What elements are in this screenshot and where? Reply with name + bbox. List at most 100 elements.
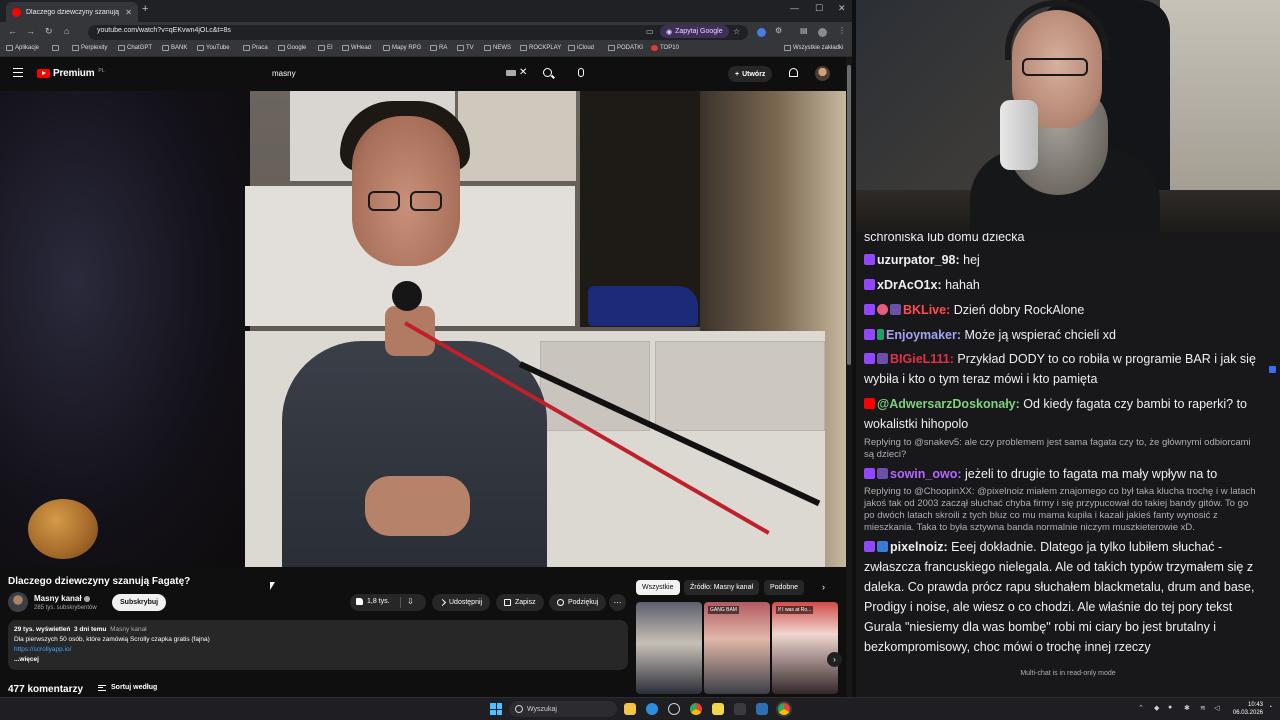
hamburger-menu-icon[interactable] bbox=[13, 68, 23, 77]
taskbar-clock[interactable]: 10:43 06.03.2026 bbox=[1227, 701, 1263, 717]
tray-app-icon[interactable]: ● bbox=[1168, 704, 1172, 711]
back-arrow-icon[interactable]: ← bbox=[8, 26, 17, 36]
page-scrollbar[interactable] bbox=[846, 57, 852, 697]
microphone-icon[interactable] bbox=[578, 68, 584, 77]
cast-icon[interactable]: ▭ bbox=[646, 27, 654, 36]
thanks-button[interactable]: Podziękuj bbox=[549, 594, 607, 611]
chip-similar[interactable]: Podobne bbox=[764, 580, 805, 595]
keyboard-icon[interactable] bbox=[506, 70, 516, 76]
description-link[interactable]: https://scrollyapp.io/ bbox=[14, 646, 71, 653]
bookmark-apps[interactable]: Aplikacje bbox=[6, 45, 39, 51]
tray-chevron-up-icon[interactable]: ⌃ bbox=[1138, 704, 1144, 712]
bookmark-perplexity[interactable]: Perplexity bbox=[72, 45, 107, 51]
extension-icon[interactable] bbox=[757, 28, 766, 37]
channel-avatar[interactable] bbox=[8, 592, 28, 612]
browser-tab-active[interactable]: Dlaczego dziewczyny szanują F ✕ bbox=[6, 2, 138, 22]
chip-all[interactable]: Wszystkie bbox=[636, 580, 680, 595]
edge-browser-icon[interactable] bbox=[646, 703, 658, 715]
chip-source[interactable]: Źródło: Masny kanał bbox=[684, 580, 760, 595]
chrome-icon[interactable] bbox=[690, 703, 702, 715]
windows-start-icon[interactable] bbox=[490, 703, 502, 715]
thumbs-down-icon[interactable]: ⇩ bbox=[407, 597, 414, 606]
twitch-badge-icon bbox=[864, 353, 875, 364]
close-window-icon[interactable]: ✕ bbox=[838, 3, 846, 14]
bookmark-star-icon[interactable]: ☆ bbox=[733, 27, 740, 36]
related-video-thumbnail[interactable]: If I was at Ro... bbox=[772, 602, 838, 694]
bookmark-all[interactable]: Wszystkie zakładki bbox=[784, 45, 843, 51]
save-button[interactable]: Zapisz bbox=[496, 594, 544, 611]
folder-icon bbox=[484, 45, 491, 51]
tray-app-icon[interactable]: ✱ bbox=[1184, 704, 1190, 712]
tray-app-icon[interactable]: ◆ bbox=[1154, 704, 1159, 712]
more-actions-icon[interactable]: ⋯ bbox=[609, 594, 626, 611]
extensions-puzzle-icon[interactable]: ⚙ bbox=[775, 26, 782, 35]
bookmark-podatki[interactable]: PODATKI bbox=[608, 45, 643, 51]
bookmark-chatgpt[interactable]: ChatGPT bbox=[118, 45, 152, 51]
bookmark-rockplay[interactable]: ROCKPLAY bbox=[520, 45, 561, 51]
reload-icon[interactable]: ↻ bbox=[45, 26, 53, 37]
notes-icon[interactable] bbox=[712, 703, 724, 715]
account-avatar[interactable] bbox=[815, 66, 830, 81]
sidebar-icon[interactable]: ▤ bbox=[800, 26, 808, 35]
video-description[interactable]: 29 tys. wyświetleń 3 dni temu Masny kana… bbox=[8, 620, 628, 670]
minimize-icon[interactable]: — bbox=[790, 3, 799, 13]
chevron-right-icon[interactable]: › bbox=[822, 582, 825, 592]
twitch-icon bbox=[457, 45, 464, 51]
search-icon[interactable] bbox=[543, 68, 552, 77]
channel-name[interactable]: Masny kanał bbox=[34, 594, 90, 603]
related-video-thumbnail[interactable]: GANG BAM bbox=[704, 602, 770, 694]
opera-icon[interactable] bbox=[668, 703, 680, 715]
scrollbar-thumb[interactable] bbox=[847, 65, 851, 365]
notification-bell-icon[interactable]: ◔ bbox=[1268, 704, 1272, 711]
profile-avatar-icon[interactable] bbox=[818, 28, 827, 37]
volume-icon[interactable]: ◁ bbox=[1214, 704, 1219, 712]
bookmark-top10[interactable]: TOP10 bbox=[651, 45, 679, 51]
like-button[interactable]: 1,8 tys. bbox=[356, 598, 390, 605]
browser-menu-icon[interactable]: ⋮ bbox=[838, 26, 846, 35]
notifications-bell-icon[interactable] bbox=[789, 68, 798, 77]
bookmark-tv[interactable]: TV bbox=[457, 45, 474, 51]
bookmark-ei[interactable]: EI bbox=[318, 45, 333, 51]
home-icon[interactable]: ⌂ bbox=[64, 26, 69, 36]
bookmark-praca[interactable]: Praca bbox=[243, 45, 268, 51]
app-icon[interactable] bbox=[734, 703, 746, 715]
search-input[interactable]: masny ✕ bbox=[266, 65, 552, 83]
bookmark-grid[interactable] bbox=[52, 45, 59, 51]
subscriber-count: 285 tys. subskrybentów bbox=[34, 605, 97, 611]
new-tab-icon[interactable]: + bbox=[142, 3, 148, 15]
wifi-icon[interactable]: ≋ bbox=[1200, 704, 1206, 712]
subscribe-button[interactable]: Subskrybuj bbox=[112, 594, 167, 611]
bookmark-youtube[interactable]: YouTube bbox=[197, 45, 230, 51]
related-video-thumbnail[interactable] bbox=[636, 602, 702, 694]
ask-google-button[interactable]: ◉ Zapytaj Google bbox=[660, 25, 729, 38]
youtube-header: Premium PL masny ✕ + Utwórz bbox=[0, 57, 846, 91]
bookmark-news[interactable]: NEWS bbox=[484, 45, 511, 51]
steam-icon[interactable] bbox=[756, 703, 768, 715]
show-more-button[interactable]: ...więcej bbox=[14, 656, 39, 663]
bookmark-bank[interactable]: BANK bbox=[162, 45, 187, 51]
taskbar-search-input[interactable]: Wyszukaj bbox=[509, 701, 617, 717]
bookmark-icloud[interactable]: iCloud bbox=[568, 45, 594, 51]
chrome-active-icon[interactable] bbox=[778, 703, 790, 715]
sort-comments-button[interactable]: Sortuj według bbox=[98, 684, 157, 691]
forward-arrow-icon[interactable]: → bbox=[26, 26, 35, 36]
tab-title: Dlaczego dziewczyny szanują F bbox=[26, 8, 121, 16]
bookmark-ra[interactable]: RA bbox=[430, 45, 447, 51]
folder-icon bbox=[278, 45, 285, 51]
bookmark-whead[interactable]: WHead bbox=[342, 45, 371, 51]
file-explorer-icon[interactable] bbox=[624, 703, 636, 715]
folder-icon bbox=[568, 45, 575, 51]
close-tab-icon[interactable]: ✕ bbox=[125, 8, 132, 17]
sub-badge-icon bbox=[890, 304, 901, 315]
video-player[interactable] bbox=[0, 91, 846, 567]
create-button[interactable]: + Utwórz bbox=[728, 66, 773, 82]
maximize-icon[interactable]: ☐ bbox=[815, 3, 823, 14]
thumbnails-next-icon[interactable]: › bbox=[827, 652, 842, 667]
address-bar[interactable]: youtube.com/watch?v=qEKvwn4jOLc&t=8s ▭ ☆ bbox=[88, 25, 748, 40]
bookmark-google[interactable]: Google bbox=[278, 45, 306, 51]
youtube-logo[interactable]: Premium PL bbox=[37, 68, 105, 79]
clear-search-icon[interactable]: ✕ bbox=[519, 67, 527, 78]
bookmark-mapy-rpg[interactable]: Mapy RPG bbox=[383, 45, 421, 51]
share-button[interactable]: Udostępnij bbox=[432, 594, 491, 611]
like-dislike-group: 1,8 tys. ⇩ bbox=[350, 594, 426, 611]
